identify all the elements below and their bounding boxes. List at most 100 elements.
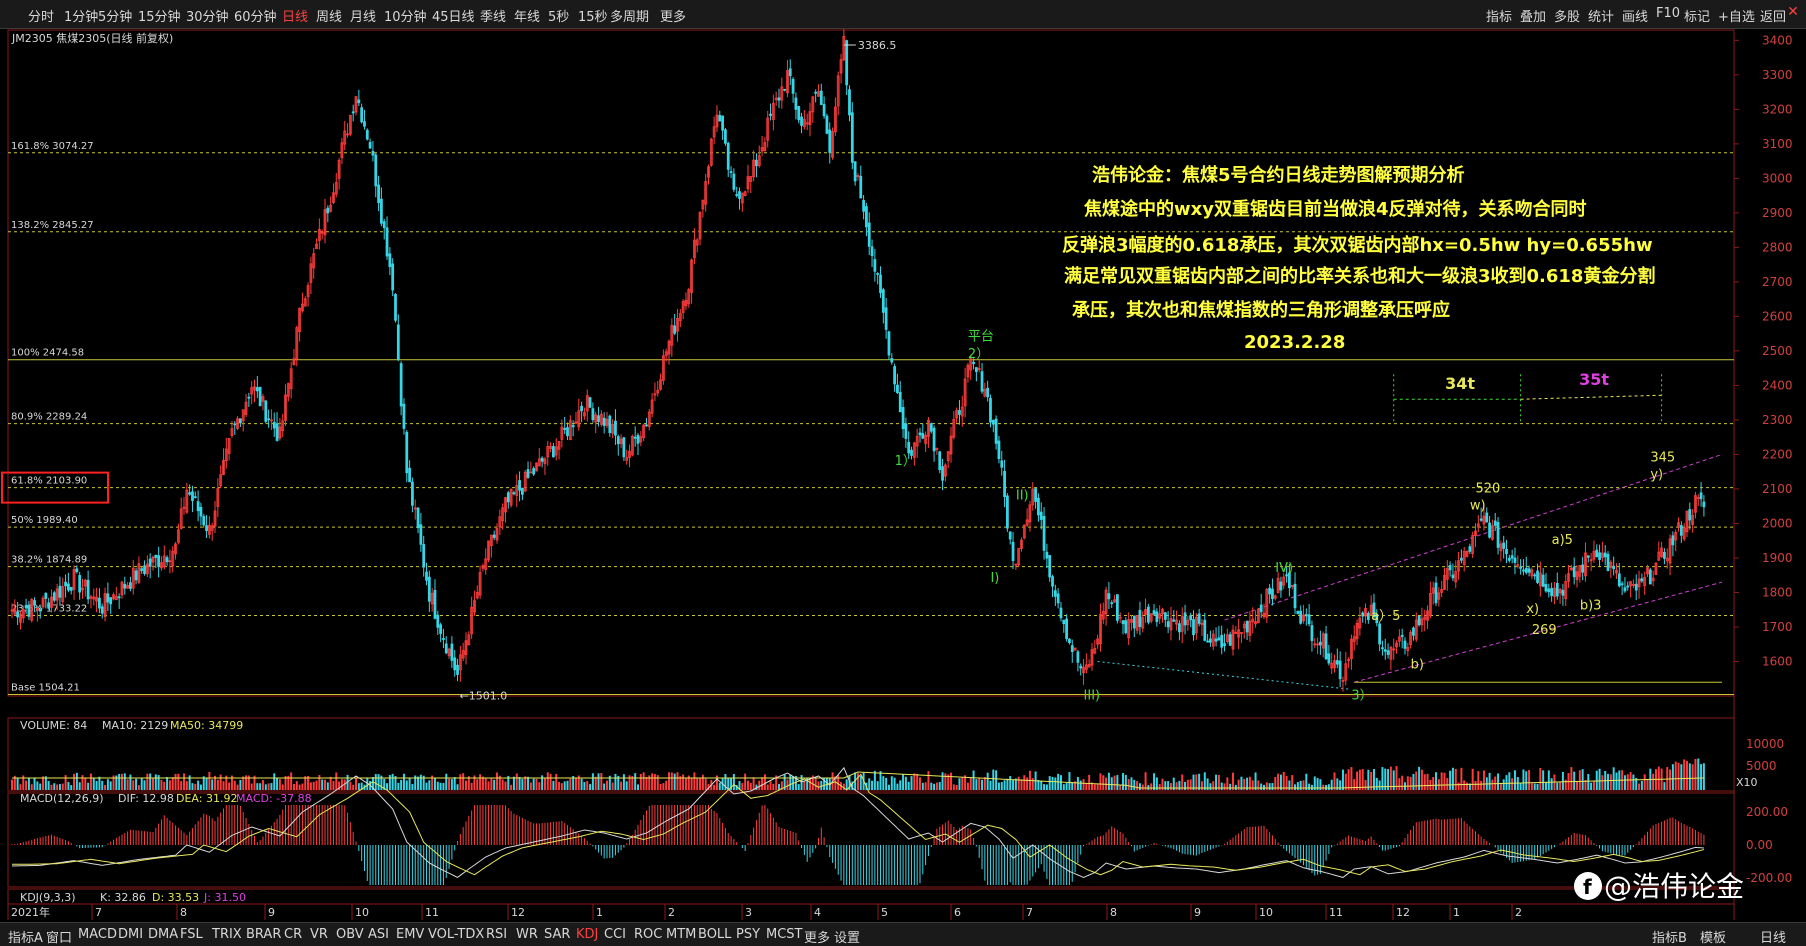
indicator-tab-10[interactable]: OBV: [336, 927, 364, 942]
candle-body: [157, 555, 161, 567]
candle-body: [275, 423, 279, 441]
indicator-tab-15[interactable]: WR: [516, 927, 538, 942]
indicator-tab-3[interactable]: DMI: [118, 927, 143, 942]
volume-bar: [1666, 766, 1669, 790]
candle-body: [1053, 590, 1057, 597]
volume-bar: [1133, 779, 1136, 790]
indicator-tab-16[interactable]: SAR: [544, 927, 570, 942]
candle-body: [1051, 576, 1054, 587]
candle-body: [532, 468, 536, 475]
volume-bar: [918, 777, 921, 790]
candle-body: [591, 408, 595, 421]
price-panel-frame: [7, 29, 1735, 697]
volume-bar: [1158, 784, 1161, 790]
candle-body: [1434, 582, 1438, 604]
indicator-tab-11[interactable]: ASI: [368, 927, 389, 942]
indicator-tab-bar: 指标A 窗口 MACD DMI DMA FSL TRIX BRAR CR VR OBV ASI EMV V…: [0, 922, 1806, 946]
volume-bar: [1609, 774, 1612, 790]
indicator-tab-5[interactable]: FSL: [180, 927, 203, 942]
volume-bar: [1697, 758, 1700, 790]
indicator-tab-0[interactable]: 指标A: [8, 927, 43, 946]
fib-level-label: 138.2% 2845.27: [11, 220, 94, 231]
volume-bar: [1302, 780, 1305, 790]
candle-body: [1451, 574, 1455, 579]
indicator-tab-13[interactable]: VOL-TDX: [428, 927, 484, 942]
volume-bar: [1471, 768, 1474, 790]
wave-label: 520: [1475, 481, 1500, 496]
candle-body: [16, 611, 20, 618]
kline-chart[interactable]: 161.8% 3074.27 138.2% 2845.27 100% 2474.58…: [0, 0, 1806, 945]
indicator-tab-12[interactable]: EMV: [396, 927, 424, 942]
volume-bar: [1578, 770, 1581, 790]
candle-body: [755, 159, 758, 167]
candle-body: [845, 40, 849, 86]
wave-label: II): [1016, 488, 1029, 503]
indicator-tab-25[interactable]: 设置: [834, 927, 860, 946]
candle-body: [1279, 581, 1283, 591]
volume-bar: [199, 784, 202, 790]
volume-bar: [1460, 767, 1463, 790]
volume-bar: [924, 782, 927, 790]
candle-body: [1152, 610, 1156, 615]
indicator-tab-23[interactable]: MCST: [766, 927, 803, 942]
candle-body: [351, 111, 355, 114]
volume-bar: [25, 780, 28, 790]
volume-bar: [637, 784, 639, 790]
candle-body: [735, 194, 739, 196]
volume-bar: [140, 777, 143, 790]
indicator-tab-18[interactable]: CCI: [604, 927, 626, 942]
indicator-tab-17[interactable]: KDJ: [576, 927, 598, 942]
candle-body: [881, 289, 885, 313]
volume-bar: [527, 776, 530, 790]
chart-header: JM2305 焦煤2305(日线 前复权): [11, 31, 173, 45]
volume-bar: [73, 773, 76, 790]
volume-bar: [129, 774, 132, 790]
indicator-tab-21[interactable]: BOLL: [698, 927, 731, 942]
volume-bar: [171, 777, 174, 790]
candle-body: [1042, 515, 1046, 551]
volume-bar: [583, 781, 586, 790]
volume-bar: [885, 777, 888, 790]
candle-body: [986, 387, 990, 398]
volume-bar: [1260, 783, 1263, 790]
candle-body: [1070, 645, 1074, 652]
indicator-tab-7[interactable]: BRAR: [246, 927, 281, 942]
volume-bar: [1107, 772, 1110, 790]
bottom-right-0[interactable]: 指标B: [1652, 927, 1687, 946]
indicator-tab-14[interactable]: RSI: [486, 927, 507, 942]
volume-bar: [177, 773, 180, 790]
indicator-tab-1[interactable]: 窗口: [46, 927, 72, 946]
indicator-tab-20[interactable]: MTM: [666, 927, 696, 942]
volume-bar: [992, 769, 995, 790]
candle-body: [870, 246, 874, 257]
volume-bar: [87, 782, 90, 790]
indicator-tab-19[interactable]: ROC: [634, 927, 662, 942]
indicator-tab-6[interactable]: TRIX: [212, 927, 242, 942]
candle-body: [1361, 612, 1365, 617]
volume-bar: [321, 779, 324, 790]
volume-bar: [301, 783, 304, 790]
volume-bar: [1497, 773, 1500, 790]
indicator-tab-9[interactable]: VR: [310, 927, 328, 942]
indicator-tab-24[interactable]: 更多: [804, 927, 830, 946]
bottom-right-2[interactable]: 日线: [1760, 927, 1786, 946]
volume-bar: [1505, 775, 1508, 790]
x-axis-label: 2021年: [11, 905, 50, 919]
bottom-right-1[interactable]: 模板: [1700, 927, 1726, 946]
indicator-tab-8[interactable]: CR: [284, 927, 302, 942]
candle-body: [196, 501, 200, 512]
volume-bar: [995, 770, 998, 790]
volume-bar: [927, 771, 930, 790]
candle-body: [506, 492, 510, 503]
candle-body: [1581, 564, 1585, 573]
volume-bar: [1099, 773, 1102, 790]
indicator-tab-22[interactable]: PSY: [736, 927, 760, 942]
indicator-tab-4[interactable]: DMA: [148, 927, 178, 942]
volume-bar: [1203, 772, 1206, 790]
candle-body: [492, 534, 496, 538]
y-tick-label: 2400: [1762, 378, 1793, 392]
wave-label: 3）: [1351, 688, 1372, 703]
volume-bar: [92, 777, 95, 790]
indicator-tab-2[interactable]: MACD: [78, 927, 117, 942]
volume-bar: [803, 780, 806, 790]
